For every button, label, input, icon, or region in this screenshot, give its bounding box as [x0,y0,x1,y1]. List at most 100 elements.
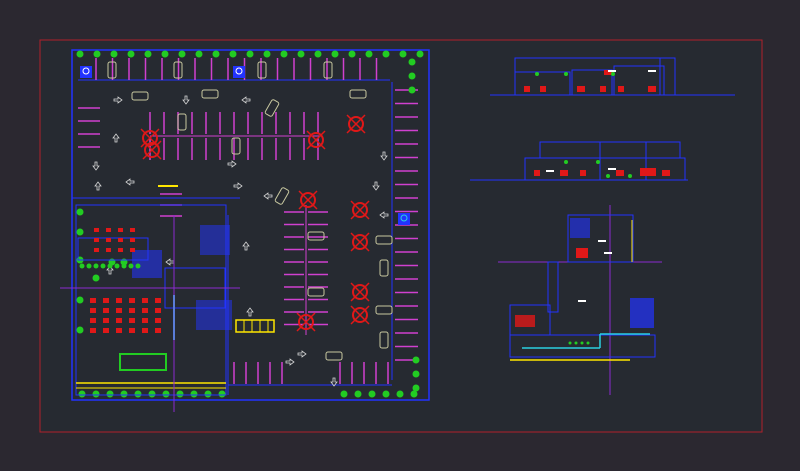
tree-icon [76,326,84,334]
tree-icon [410,390,418,398]
tree-icon [412,356,420,364]
table-icon [103,298,109,303]
tree-icon [120,390,128,398]
table-icon [155,328,161,333]
tree-icon [190,390,198,398]
tree-icon [93,50,101,58]
wheelchair-accessible-icon [233,66,245,78]
tree-icon [382,50,390,58]
shrub-icon [107,263,113,269]
tree-icon [263,50,271,58]
table-icon [130,228,135,232]
shrub-icon [121,263,127,269]
table-icon [130,248,135,252]
tree-icon [416,50,424,58]
tree-icon [127,50,135,58]
cad-drawing-canvas[interactable] [0,0,800,471]
table-icon [106,248,111,252]
tree-icon [76,228,84,236]
planter-icon [142,140,162,160]
tree-icon [297,50,305,58]
tree-icon [144,50,152,58]
tree-icon [348,50,356,58]
cad-sheet [0,0,800,471]
tree-icon [178,50,186,58]
tree-icon [340,390,348,398]
table-icon [129,328,135,333]
table-icon [155,308,161,313]
tree-icon [229,50,237,58]
planter-icon [298,190,318,210]
tree-icon [246,50,254,58]
shrub-icon [128,263,134,269]
tree-icon [92,274,100,282]
table-icon [130,238,135,242]
table-icon [116,328,122,333]
table-icon [90,318,96,323]
table-icon [129,318,135,323]
tree-icon [314,50,322,58]
tree-icon [354,390,362,398]
table-icon [142,298,148,303]
shrub-icon [79,263,85,269]
tree-icon [331,50,339,58]
table-icon [118,238,123,242]
tree-icon [76,50,84,58]
tree-icon [106,390,114,398]
tree-icon [399,50,407,58]
table-icon [129,298,135,303]
wheelchair-accessible-icon [80,66,92,78]
table-icon [116,318,122,323]
tree-icon [161,50,169,58]
tree-icon [204,390,212,398]
table-icon [94,248,99,252]
shrub-icon [93,263,99,269]
tree-icon [110,50,118,58]
table-icon [142,328,148,333]
table-icon [90,308,96,313]
tree-icon [78,390,86,398]
tree-icon [365,50,373,58]
tree-icon [76,296,84,304]
table-icon [103,308,109,313]
planter-icon [350,200,370,220]
tree-icon [176,390,184,398]
tree-icon [162,390,170,398]
tree-icon [218,390,226,398]
table-icon [155,318,161,323]
planter-icon [306,130,326,150]
planter-icon [346,114,366,134]
planter-icon [350,282,370,302]
tree-icon [382,390,390,398]
interior-planters [79,263,141,269]
tree-icon [76,208,84,216]
table-icon [90,298,96,303]
planter-icon [350,232,370,252]
tree-icon [412,384,420,392]
shrub-icon [100,263,106,269]
tree-icon [195,50,203,58]
table-icon [116,298,122,303]
table-icon [106,238,111,242]
tree-icon [148,390,156,398]
table-icon [129,308,135,313]
table-icon [94,238,99,242]
planter-icon [350,305,370,325]
planter-icon [296,312,316,332]
tree-icon [280,50,288,58]
table-icon [118,248,123,252]
tree-icon [396,390,404,398]
shrub-icon [114,263,120,269]
wheelchair-accessible-icon [398,213,410,225]
tree-icon [408,86,416,94]
table-icon [118,228,123,232]
table-icon [90,328,96,333]
tree-icon [134,390,142,398]
tree-icon [408,72,416,80]
table-icon [155,298,161,303]
table-icon [142,318,148,323]
tree-icon [412,370,420,378]
table-icon [142,308,148,313]
shrub-icon [135,263,141,269]
shrub-icon [86,263,92,269]
